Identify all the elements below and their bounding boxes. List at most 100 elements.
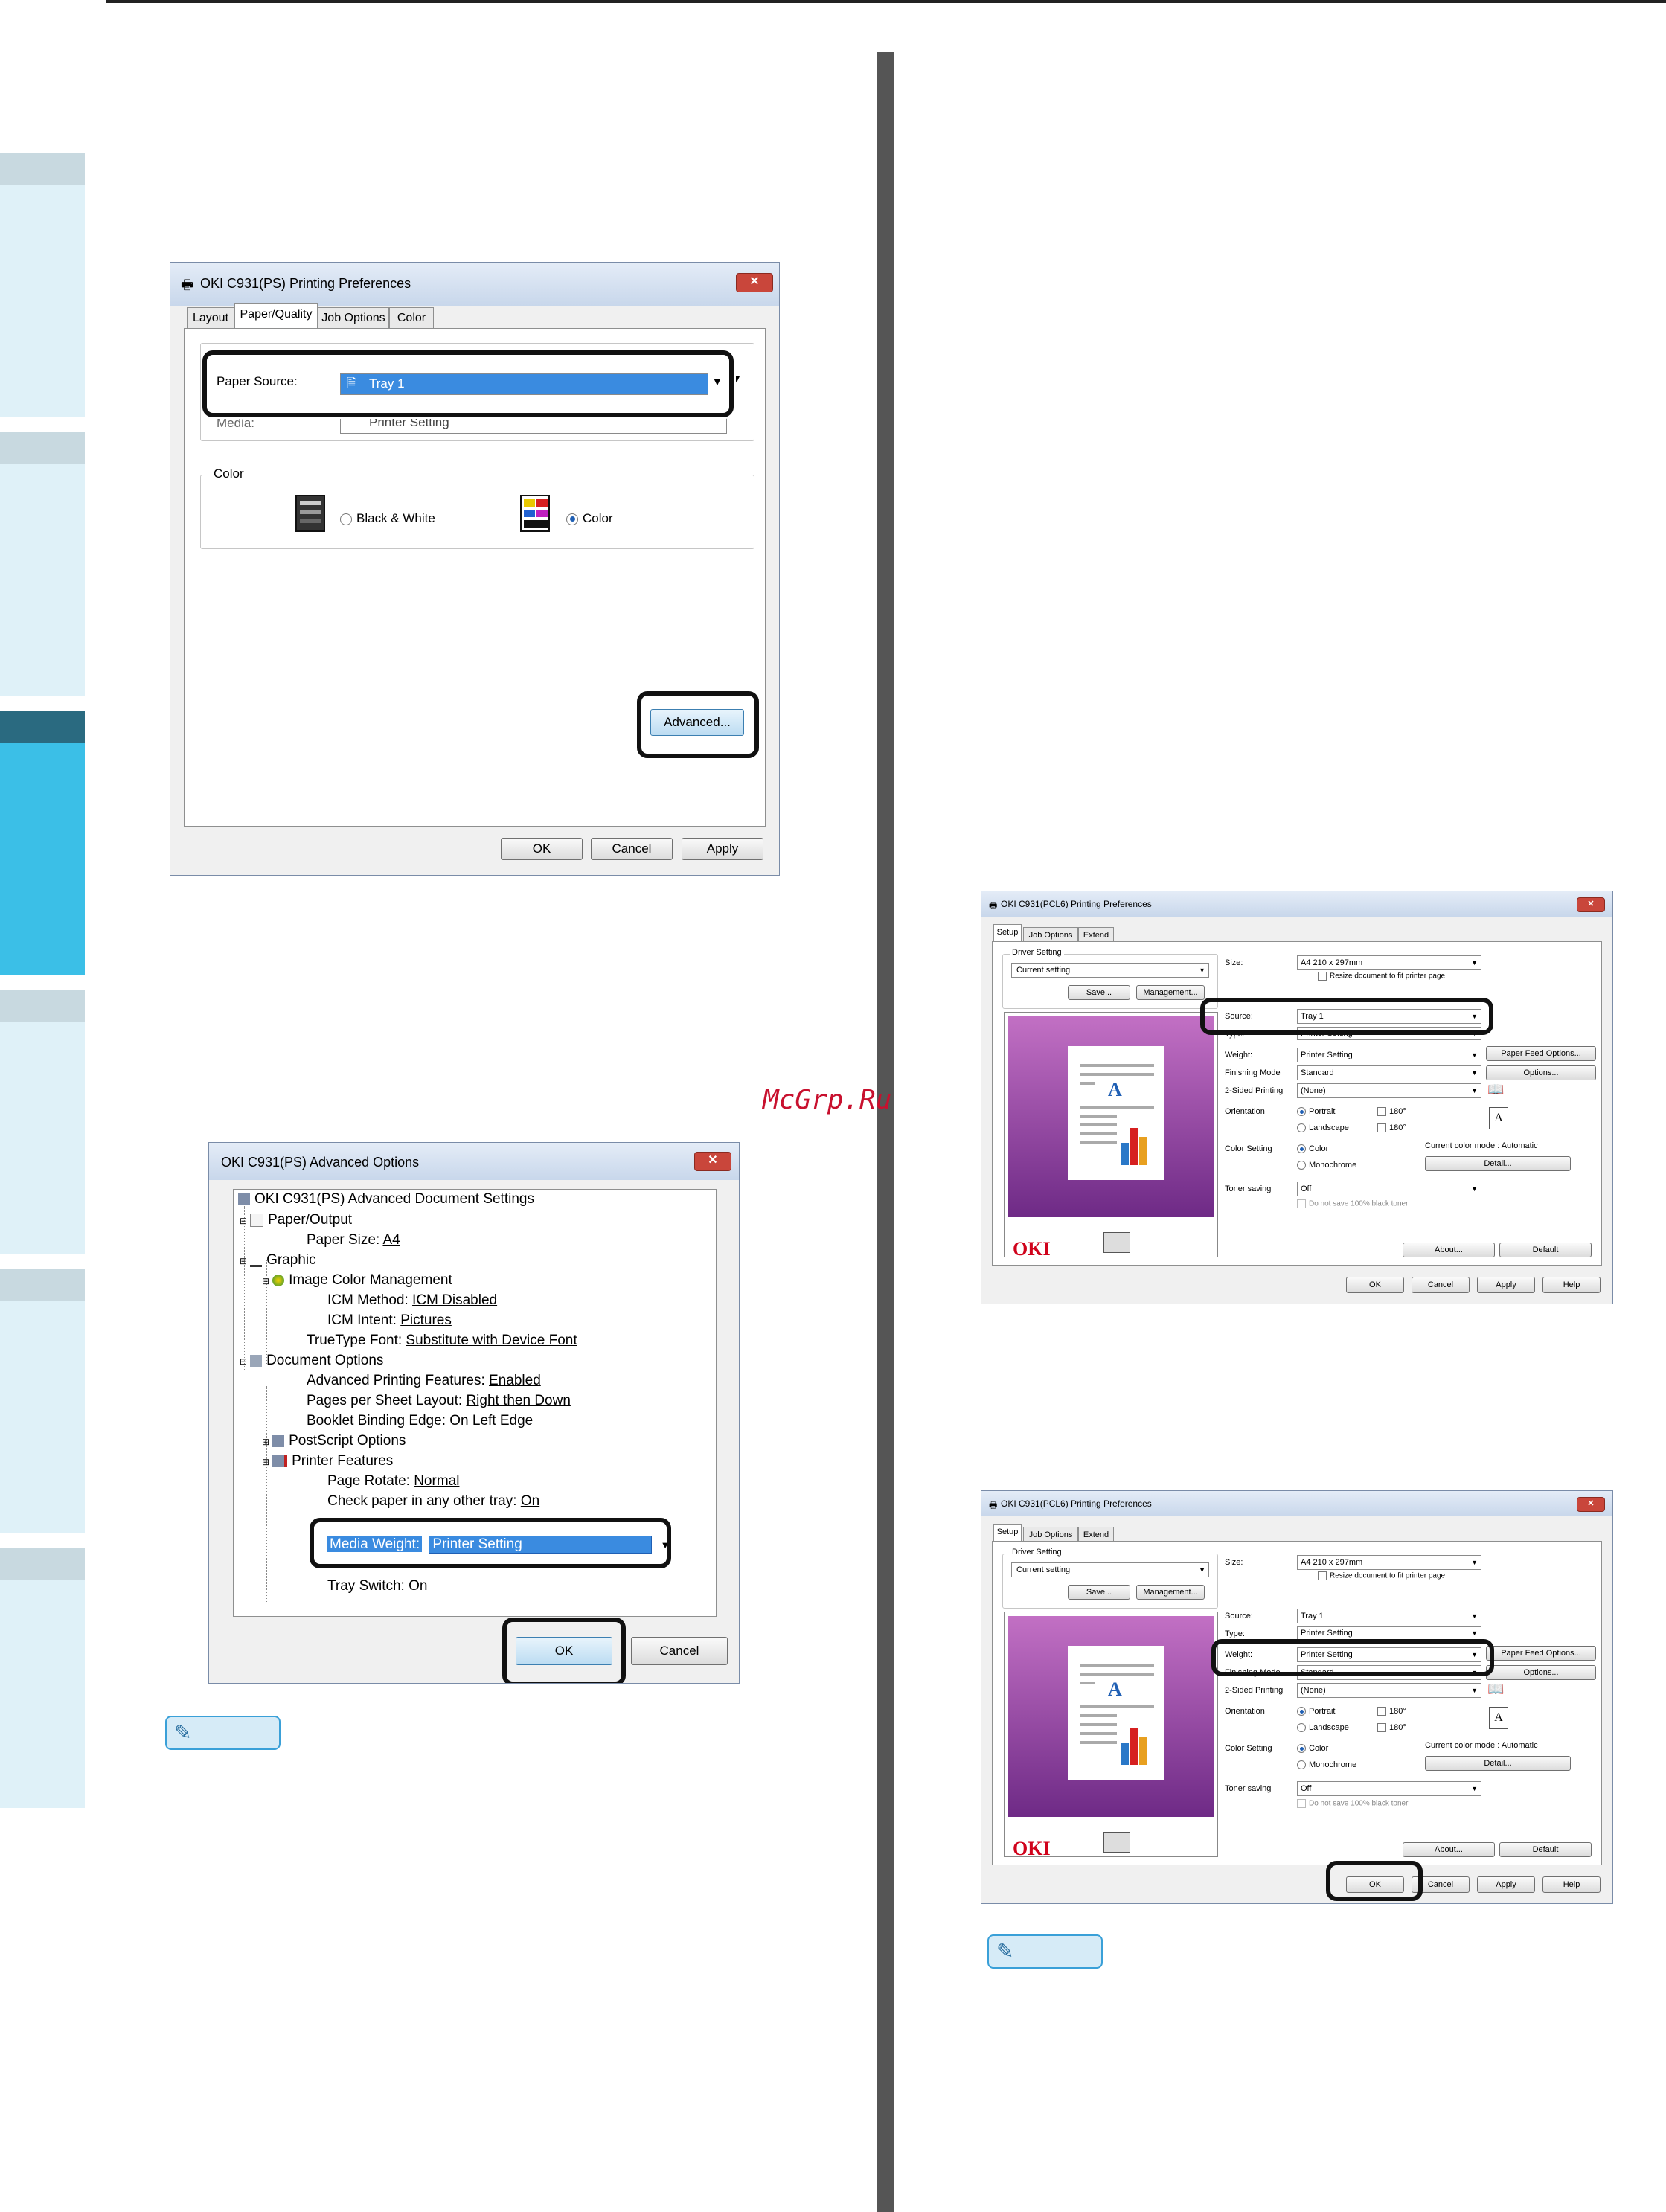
landscape-option[interactable]: Landscape	[1297, 1123, 1349, 1133]
color-option[interactable]: Color	[1297, 1144, 1328, 1154]
rotate-180-option-1[interactable]: 180°	[1377, 1107, 1406, 1117]
tree-advanced-printing[interactable]: Advanced Printing Features: Enabled	[307, 1373, 541, 1389]
paper-feed-options-button[interactable]: Paper Feed Options...	[1486, 1046, 1596, 1061]
tab-layout[interactable]: Layout	[187, 307, 234, 328]
size-select[interactable]: A4 210 x 297mm ▼	[1297, 1555, 1481, 1570]
highlight-weight	[1211, 1639, 1494, 1676]
memo-badge-right: ✎	[987, 1934, 1103, 1969]
tree-pages-per-sheet[interactable]: Pages per Sheet Layout: Right then Down	[307, 1393, 571, 1409]
apply-button[interactable]: Apply	[1477, 1277, 1535, 1293]
side-tab-1[interactable]	[0, 153, 85, 417]
management-button[interactable]: Management...	[1136, 1585, 1205, 1600]
tab-color[interactable]: Color	[389, 307, 434, 328]
paper-feed-options-button[interactable]: Paper Feed Options...	[1486, 1646, 1596, 1661]
no-black-toner-option[interactable]: Do not save 100% black toner	[1297, 1199, 1408, 1208]
rotate-180-option-2[interactable]: 180°	[1377, 1123, 1406, 1133]
size-select[interactable]: A4 210 x 297mm ▼	[1297, 955, 1481, 970]
side-tab-4[interactable]	[0, 990, 85, 1254]
close-button[interactable]: ✕	[694, 1152, 731, 1171]
printer-icon: 🖶	[989, 900, 998, 911]
monochrome-option[interactable]: Monochrome	[1297, 1161, 1356, 1170]
side-tab-5[interactable]	[0, 1269, 85, 1533]
rotate-180-option-2[interactable]: 180°	[1377, 1723, 1406, 1733]
tab-extend[interactable]: Extend	[1078, 1527, 1114, 1542]
tree-tray-switch[interactable]: Tray Switch: On	[327, 1578, 427, 1594]
cancel-button[interactable]: Cancel	[591, 838, 673, 860]
tab-job-options[interactable]: Job Options	[318, 307, 389, 328]
options-button[interactable]: Options...	[1486, 1065, 1596, 1080]
tree-booklet-binding[interactable]: Booklet Binding Edge: On Left Edge	[307, 1413, 533, 1429]
save-button[interactable]: Save...	[1068, 985, 1130, 1000]
two-sided-select[interactable]: (None) ▼	[1297, 1683, 1481, 1698]
color-group-label: Color	[209, 467, 249, 481]
toner-saving-label: Toner saving	[1225, 1784, 1272, 1793]
management-button[interactable]: Management...	[1136, 985, 1205, 1000]
tree-truetype-font[interactable]: TrueType Font: Substitute with Device Fo…	[307, 1333, 577, 1349]
tree-check-paper[interactable]: Check paper in any other tray: On	[327, 1493, 539, 1510]
finishing-mode-select[interactable]: Standard ▼	[1297, 1065, 1481, 1080]
tree-printer-features[interactable]: ⊟ Printer Features	[262, 1453, 393, 1469]
close-button[interactable]: ✕	[1577, 1497, 1605, 1512]
options-button[interactable]: Options...	[1486, 1665, 1596, 1680]
tab-job-options[interactable]: Job Options	[1023, 927, 1078, 942]
side-tab-2[interactable]	[0, 432, 85, 696]
tab-setup[interactable]: Setup	[993, 924, 1022, 942]
current-setting-select[interactable]: Current setting ▼	[1011, 1562, 1209, 1577]
dialog-title: OKI C931(PCL6) Printing Preferences	[1001, 899, 1152, 909]
help-button[interactable]: Help	[1542, 1277, 1601, 1293]
highlight-advanced	[637, 691, 759, 758]
help-button[interactable]: Help	[1542, 1876, 1601, 1893]
save-button[interactable]: Save...	[1068, 1585, 1130, 1600]
weight-select[interactable]: Printer Setting ▼	[1297, 1048, 1481, 1062]
ok-button[interactable]: OK	[501, 838, 583, 860]
detail-button[interactable]: Detail...	[1425, 1756, 1571, 1771]
current-setting-select[interactable]: Current setting ▼	[1011, 963, 1209, 978]
resize-option[interactable]: Resize document to fit printer page	[1318, 1571, 1445, 1580]
tree-paper-size[interactable]: Paper Size: A4	[307, 1232, 400, 1248]
rotate-180-option-1[interactable]: 180°	[1377, 1707, 1406, 1716]
tree-image-color-management[interactable]: ⊟ Image Color Management	[262, 1272, 452, 1289]
toner-saving-select[interactable]: Off ▼	[1297, 1781, 1481, 1796]
apply-button[interactable]: Apply	[1477, 1876, 1535, 1893]
detail-button[interactable]: Detail...	[1425, 1156, 1571, 1171]
color-option[interactable]: Color	[1297, 1744, 1328, 1754]
tree-icm-method[interactable]: ICM Method: ICM Disabled	[327, 1292, 497, 1309]
tree-icm-intent[interactable]: ICM Intent: Pictures	[327, 1312, 452, 1329]
source-select[interactable]: Tray 1 ▼	[1297, 1609, 1481, 1623]
cancel-button[interactable]: Cancel	[631, 1637, 728, 1665]
tree-root[interactable]: OKI C931(PS) Advanced Document Settings	[238, 1191, 534, 1208]
close-button[interactable]: ✕	[1577, 897, 1605, 912]
about-button[interactable]: About...	[1403, 1243, 1495, 1257]
close-button[interactable]: ✕	[736, 273, 773, 292]
default-button[interactable]: Default	[1499, 1842, 1592, 1857]
portrait-option[interactable]: Portrait	[1297, 1707, 1335, 1716]
monochrome-option[interactable]: Monochrome	[1297, 1760, 1356, 1770]
side-tab-6[interactable]	[0, 1548, 85, 1808]
tab-job-options[interactable]: Job Options	[1023, 1527, 1078, 1542]
default-button[interactable]: Default	[1499, 1243, 1592, 1257]
black-white-option[interactable]: Black & White	[340, 511, 435, 526]
landscape-option[interactable]: Landscape	[1297, 1723, 1349, 1733]
toner-saving-select[interactable]: Off ▼	[1297, 1182, 1481, 1196]
no-black-toner-option[interactable]: Do not save 100% black toner	[1297, 1799, 1408, 1808]
tree-postscript-options[interactable]: ⊞ PostScript Options	[262, 1433, 406, 1449]
tree-page-rotate[interactable]: Page Rotate: Normal	[327, 1473, 459, 1490]
tab-extend[interactable]: Extend	[1078, 927, 1114, 942]
about-button[interactable]: About...	[1403, 1842, 1495, 1857]
tree-graphic[interactable]: ⊟ Graphic	[240, 1252, 316, 1269]
two-sided-select[interactable]: (None) ▼	[1297, 1083, 1481, 1098]
tab-paper-quality[interactable]: Paper/Quality	[234, 303, 318, 330]
tab-setup[interactable]: Setup	[993, 1524, 1022, 1542]
side-tab-3-active[interactable]	[0, 711, 85, 975]
tree-document-options[interactable]: ⊟ Document Options	[240, 1353, 383, 1369]
type-select[interactable]: Printer Setting ▼	[1297, 1626, 1481, 1640]
color-option[interactable]: Color	[566, 511, 613, 526]
portrait-option[interactable]: Portrait	[1297, 1107, 1335, 1117]
size-label: Size:	[1225, 958, 1243, 967]
cancel-button[interactable]: Cancel	[1412, 1277, 1470, 1293]
tree-paper-output[interactable]: ⊟ Paper/Output	[240, 1212, 352, 1228]
resize-option[interactable]: Resize document to fit printer page	[1318, 972, 1445, 981]
black-white-icon	[295, 495, 325, 532]
apply-button[interactable]: Apply	[682, 838, 763, 860]
ok-button[interactable]: OK	[1346, 1277, 1404, 1293]
